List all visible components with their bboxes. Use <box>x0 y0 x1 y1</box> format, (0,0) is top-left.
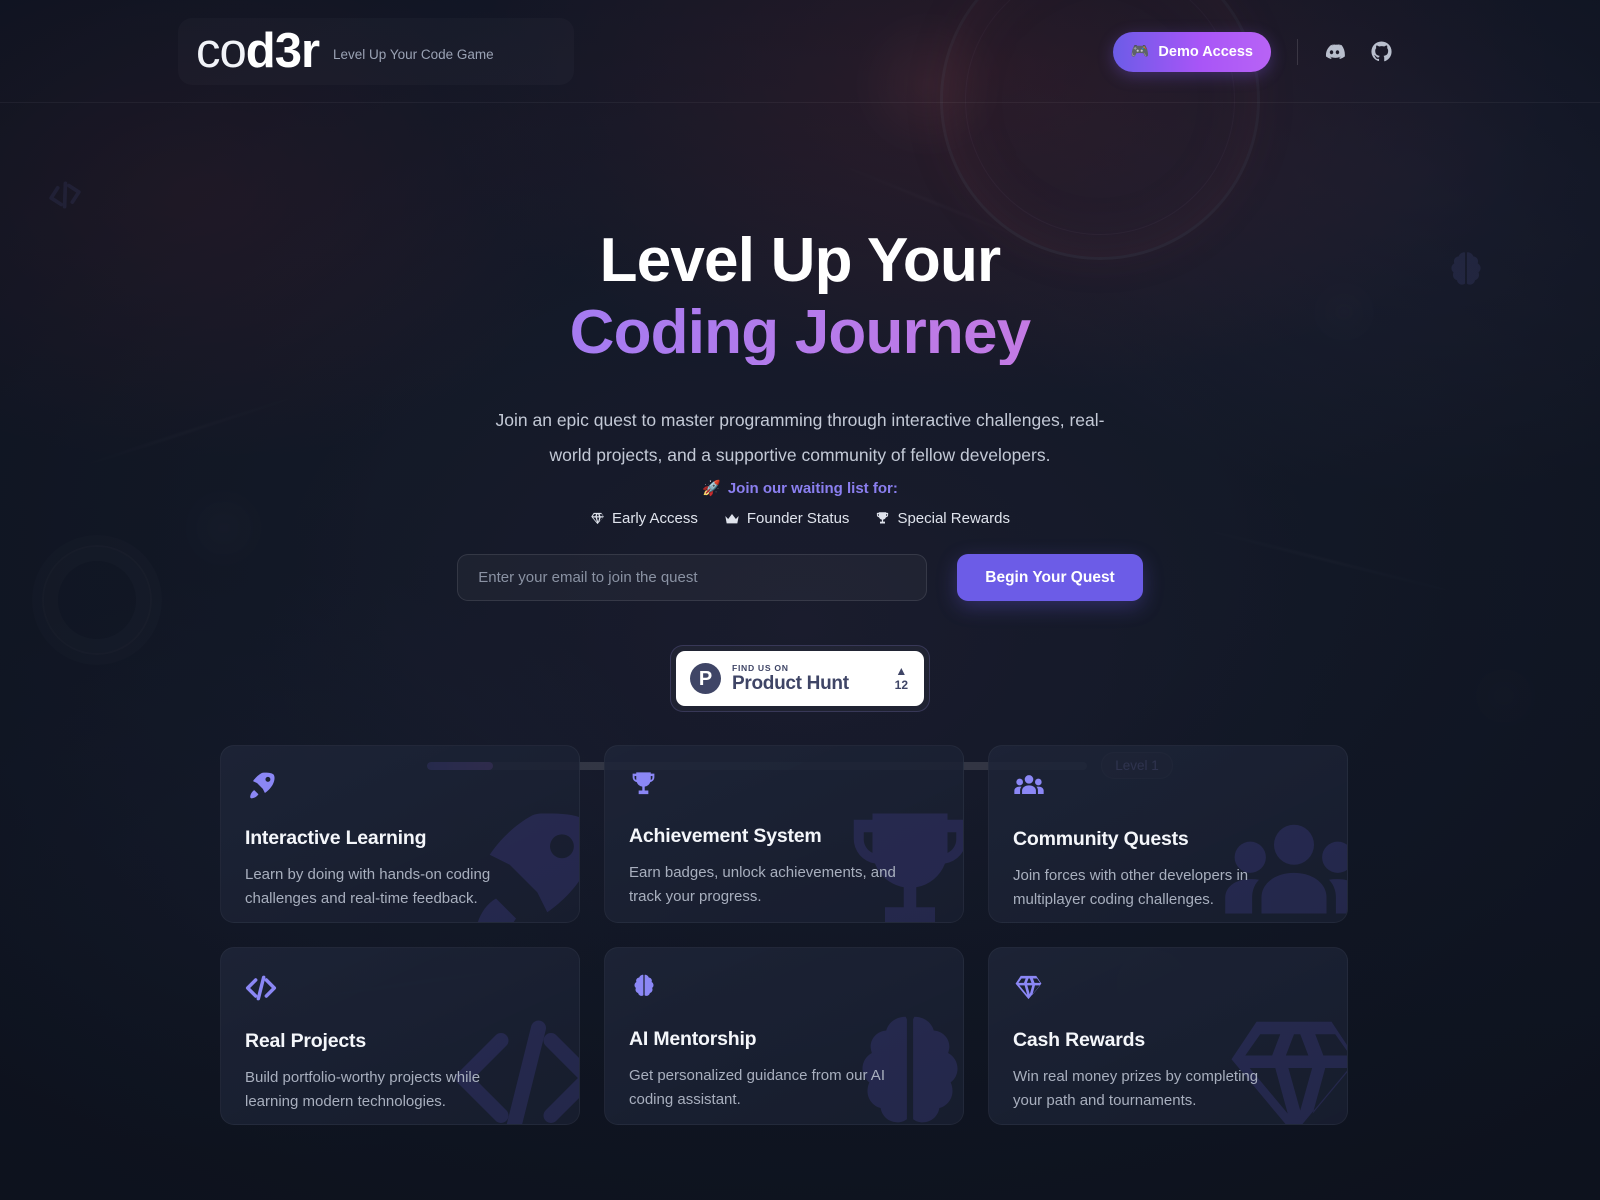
trophy-icon <box>629 770 939 804</box>
hero-section: Level Up Your Coding Journey Join an epi… <box>0 0 1600 780</box>
users-icon <box>1013 770 1323 807</box>
waitlist-callout: 🚀 Join our waiting list for: <box>0 479 1600 498</box>
logo-tagline: Level Up Your Code Game <box>333 47 494 62</box>
upvote-count: 12 <box>894 677 908 692</box>
hero-title-line-1: Level Up Your <box>599 226 1002 295</box>
hero-subtitle: Join an epic quest to master programming… <box>495 410 1105 466</box>
product-hunt-badge[interactable]: P FIND US ON Product Hunt ▲ 12 <box>676 651 924 707</box>
email-input[interactable] <box>457 554 928 602</box>
crown-icon <box>724 511 740 527</box>
waitlist-label: Join our waiting list for: <box>727 479 898 497</box>
feature-title: Achievement System <box>629 825 822 847</box>
perk-label: Founder Status <box>746 510 850 528</box>
perks-list: Early Access Founder Status Special Rewa… <box>0 510 1600 527</box>
signup-form: Begin Your Quest <box>0 554 1600 602</box>
feature-title: Community Quests <box>1013 828 1189 850</box>
begin-quest-button[interactable]: Begin Your Quest <box>957 554 1143 602</box>
product-hunt-name: Product Hunt <box>732 673 849 695</box>
feature-card-community-quests[interactable]: Community Quests Join forces with other … <box>988 745 1348 923</box>
feature-description: Learn by doing with hands-on coding chal… <box>245 866 491 907</box>
demo-access-label: Demo Access <box>1158 43 1253 60</box>
gem-icon <box>1013 972 1323 1008</box>
feature-title: AI Mentorship <box>629 1028 757 1050</box>
product-hunt-logo-icon: P <box>690 663 721 695</box>
feature-title: Interactive Learning <box>245 827 427 849</box>
perk-founder-status: Founder Status <box>724 510 850 528</box>
gamepad-icon: 🎮 <box>1130 43 1150 60</box>
demo-access-button[interactable]: 🎮 Demo Access <box>1112 31 1271 72</box>
feature-card-interactive-learning[interactable]: Interactive Learning Learn by doing with… <box>220 745 580 923</box>
feature-description: Join forces with other developers in mul… <box>1013 867 1249 908</box>
logo-text-bold: d3r <box>245 24 320 78</box>
hero-title-line-2: Coding Journey <box>0 299 1600 366</box>
discord-icon[interactable] <box>1324 41 1345 62</box>
logo-text: cod3r <box>196 24 320 78</box>
product-hunt-wrapper: P FIND US ON Product Hunt ▲ 12 <box>0 645 1600 713</box>
brain-icon <box>629 972 939 1007</box>
upvote-caret-icon: ▲ <box>895 663 908 678</box>
features-grid: Interactive Learning Learn by doing with… <box>220 745 1368 1125</box>
gem-icon <box>590 511 605 526</box>
feature-card-cash-rewards[interactable]: Cash Rewards Win real money prizes by co… <box>988 947 1348 1125</box>
logo-text-light: co <box>196 24 247 78</box>
feature-description: Win real money prizes by completing your… <box>1013 1068 1259 1109</box>
perk-label: Special Rewards <box>897 510 1010 528</box>
page-title: Level Up Your Coding Journey <box>0 228 1600 365</box>
feature-title: Cash Rewards <box>1013 1029 1145 1051</box>
site-header: cod3r Level Up Your Code Game 🎮 Demo Acc… <box>0 0 1600 103</box>
perk-special-rewards: Special Rewards <box>875 510 1010 527</box>
product-hunt-frame: P FIND US ON Product Hunt ▲ 12 <box>670 645 930 713</box>
github-icon[interactable] <box>1371 41 1392 62</box>
product-hunt-eyebrow: FIND US ON <box>732 663 789 674</box>
rocket-emoji-icon: 🚀 <box>702 480 721 498</box>
code-icon <box>245 972 555 1009</box>
feature-card-ai-mentorship[interactable]: AI Mentorship Get personalized guidance … <box>604 947 964 1125</box>
feature-card-real-projects[interactable]: Real Projects Build portfolio-worthy pro… <box>220 947 580 1125</box>
header-divider <box>1297 38 1298 65</box>
logo[interactable]: cod3r Level Up Your Code Game <box>178 18 574 85</box>
product-hunt-text: FIND US ON Product Hunt <box>732 663 884 695</box>
feature-description: Build portfolio-worthy projects while le… <box>245 1069 481 1110</box>
header-actions: 🎮 Demo Access <box>1112 0 1392 103</box>
perk-early-access: Early Access <box>590 510 698 527</box>
feature-title: Real Projects <box>245 1030 366 1052</box>
perk-label: Early Access <box>612 510 698 528</box>
rocket-icon <box>245 770 555 806</box>
feature-card-achievement-system[interactable]: Achievement System Earn badges, unlock a… <box>604 745 964 923</box>
product-hunt-upvote[interactable]: ▲ 12 <box>895 665 910 694</box>
feature-description: Get personalized guidance from our AI co… <box>629 1067 885 1108</box>
feature-description: Earn badges, unlock achievements, and tr… <box>629 864 896 905</box>
trophy-icon <box>875 511 890 526</box>
